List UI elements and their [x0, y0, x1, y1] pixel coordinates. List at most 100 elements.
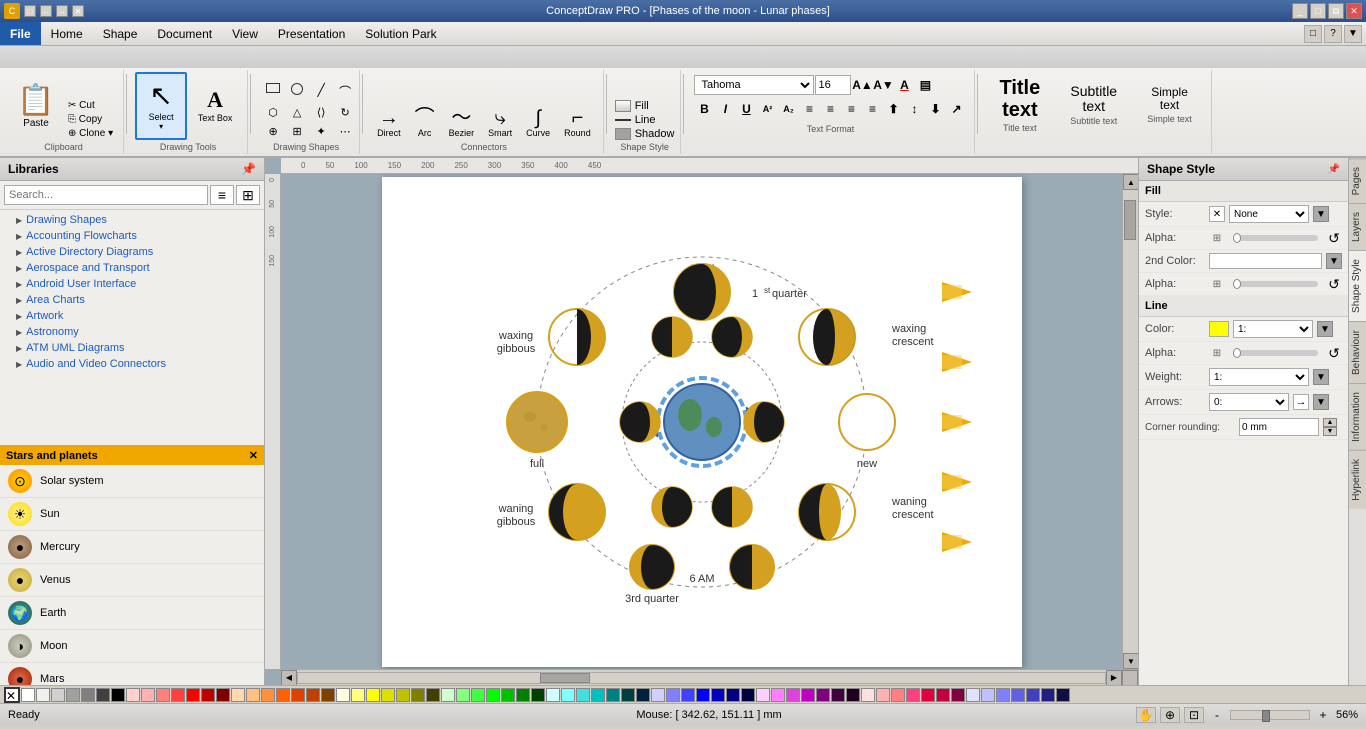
palette-color[interactable]: [276, 688, 290, 702]
lib-artwork[interactable]: ▶ Artwork: [0, 308, 264, 324]
lib-active-directory[interactable]: ▶ Active Directory Diagrams: [0, 244, 264, 260]
palette-color[interactable]: [951, 688, 965, 702]
palette-color[interactable]: [966, 688, 980, 702]
palette-color[interactable]: [66, 688, 80, 702]
valign-bot-btn[interactable]: ⬇: [925, 99, 945, 119]
libraries-pin[interactable]: 📌: [241, 162, 256, 176]
palette-color[interactable]: [231, 688, 245, 702]
palette-color[interactable]: [186, 688, 200, 702]
restore-btn[interactable]: ⧉: [1328, 3, 1344, 19]
scroll-up-btn[interactable]: ▲: [1123, 174, 1138, 190]
palette-color[interactable]: [426, 688, 440, 702]
sun-item[interactable]: ☀ Sun: [0, 498, 264, 531]
palette-color[interactable]: [636, 688, 650, 702]
font-color-btn[interactable]: A: [894, 75, 914, 95]
bold-btn[interactable]: B: [694, 99, 714, 119]
alpha-reset-1[interactable]: ↺: [1326, 230, 1342, 246]
palette-color[interactable]: [141, 688, 155, 702]
palette-color[interactable]: [36, 688, 50, 702]
line-color-select[interactable]: 1:: [1233, 320, 1313, 338]
palette-color[interactable]: [516, 688, 530, 702]
font-format-btn[interactable]: ▤: [915, 75, 935, 95]
lib-android[interactable]: ▶ Android User Interface: [0, 276, 264, 292]
palette-color[interactable]: [531, 688, 545, 702]
palette-color[interactable]: [321, 688, 335, 702]
select-button[interactable]: ↖ Select ▾: [135, 72, 187, 140]
pages-tab[interactable]: Pages: [1349, 158, 1366, 203]
palette-color[interactable]: [351, 688, 365, 702]
text-box-button[interactable]: A Text Box: [189, 72, 241, 140]
style-select[interactable]: None Solid: [1229, 205, 1309, 223]
maximize-btn[interactable]: □: [1310, 3, 1326, 19]
font-size-input[interactable]: [815, 75, 851, 95]
v-scroll-thumb[interactable]: [1124, 200, 1136, 240]
moon-item[interactable]: ◑ Moon: [0, 630, 264, 663]
vertical-scrollbar[interactable]: ▲ ▼: [1122, 174, 1138, 669]
palette-color[interactable]: [741, 688, 755, 702]
palette-color[interactable]: [996, 688, 1010, 702]
palette-color[interactable]: [441, 688, 455, 702]
palette-color[interactable]: [306, 688, 320, 702]
palette-color[interactable]: [666, 688, 680, 702]
underline-btn[interactable]: U: [736, 99, 756, 119]
curve-connector[interactable]: ∫ Curve: [520, 106, 556, 140]
fit-page-btn[interactable]: ⊡: [1184, 707, 1204, 723]
palette-color[interactable]: [891, 688, 905, 702]
arrows-select[interactable]: 0: 1:: [1209, 393, 1289, 411]
palette-color[interactable]: [126, 688, 140, 702]
information-tab[interactable]: Information: [1349, 383, 1366, 450]
italic-btn[interactable]: I: [715, 99, 735, 119]
palette-color[interactable]: [51, 688, 65, 702]
shape8[interactable]: ↻: [331, 104, 359, 121]
second-color-swatch[interactable]: [1209, 253, 1322, 269]
h-scroll-thumb[interactable]: [540, 673, 590, 683]
hyperlink-tab[interactable]: Hyperlink: [1349, 450, 1366, 509]
line-alpha-slider[interactable]: [1233, 350, 1318, 356]
palette-color[interactable]: [756, 688, 770, 702]
lib-search-input[interactable]: [4, 185, 208, 205]
palette-color[interactable]: [831, 688, 845, 702]
palette-color[interactable]: [291, 688, 305, 702]
second-color-dropdown[interactable]: ▼: [1326, 253, 1342, 269]
palette-color[interactable]: [606, 688, 620, 702]
venus-item[interactable]: ● Venus: [0, 564, 264, 597]
font-name-select[interactable]: Tahoma Arial Times New Roman: [694, 75, 814, 95]
valign-top-btn[interactable]: ⬆: [883, 99, 903, 119]
palette-color[interactable]: [921, 688, 935, 702]
line-color-dropdown[interactable]: ▼: [1317, 321, 1333, 337]
palette-color[interactable]: [621, 688, 635, 702]
palette-color[interactable]: [1041, 688, 1055, 702]
lib-audio-video[interactable]: ▶ Audio and Video Connectors: [0, 356, 264, 372]
palette-color[interactable]: [711, 688, 725, 702]
palette-color[interactable]: [1011, 688, 1025, 702]
help-btn[interactable]: ?: [1324, 25, 1342, 43]
lib-astronomy[interactable]: ▶ Astronomy: [0, 324, 264, 340]
arc-connector[interactable]: ⌒ Arc: [409, 106, 441, 140]
palette-transparent[interactable]: ✕: [4, 687, 20, 703]
palette-color[interactable]: [156, 688, 170, 702]
shadow-toggle[interactable]: Shadow: [635, 128, 675, 140]
earth-item[interactable]: 🌍 Earth: [0, 597, 264, 630]
palette-color[interactable]: [816, 688, 830, 702]
close-btn[interactable]: ✕: [1346, 3, 1362, 19]
mars-item[interactable]: ● Mars: [0, 663, 264, 685]
corner-down-btn[interactable]: ▼: [1323, 427, 1337, 436]
palette-color[interactable]: [771, 688, 785, 702]
scroll-left-btn[interactable]: ◀: [281, 670, 297, 686]
font-grow-btn[interactable]: A▲: [852, 75, 872, 95]
view-menu[interactable]: View: [222, 22, 268, 45]
canvas-wrapper[interactable]: 6 PM 12 AM noon 6 AM: [281, 174, 1122, 669]
palette-color[interactable]: [861, 688, 875, 702]
palette-color[interactable]: [171, 688, 185, 702]
palette-color[interactable]: [396, 688, 410, 702]
palette-color[interactable]: [681, 688, 695, 702]
lib-aerospace[interactable]: ▶ Aerospace and Transport: [0, 260, 264, 276]
shape12[interactable]: ⋯: [331, 123, 359, 140]
palette-color[interactable]: [1026, 688, 1040, 702]
subscript-btn[interactable]: A₂: [778, 99, 798, 119]
line-alpha-reset[interactable]: ↺: [1326, 345, 1342, 361]
palette-color[interactable]: [81, 688, 95, 702]
zoom-thumb[interactable]: [1262, 710, 1270, 722]
corner-up-btn[interactable]: ▲: [1323, 418, 1337, 427]
ribbon-toggle[interactable]: □: [1304, 25, 1322, 43]
